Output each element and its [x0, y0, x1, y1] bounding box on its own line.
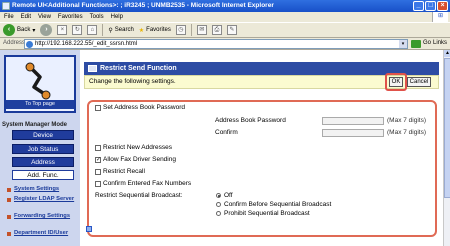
search-label: Search: [114, 27, 134, 33]
to-top-page-button[interactable]: To Top page: [6, 100, 74, 109]
job-status-button[interactable]: Job Status: [12, 144, 74, 154]
broadcast-prohibit-radio[interactable]: [216, 211, 221, 216]
forward-button[interactable]: ›: [40, 24, 53, 36]
address-bar: Address http://192.168.222.55/_edit_ssrs…: [0, 38, 450, 50]
menu-edit[interactable]: Edit: [21, 14, 31, 20]
window-controls: _ □ ×: [413, 1, 448, 11]
address-dropdown-icon[interactable]: ▾: [399, 40, 407, 48]
print-button[interactable]: ⎙: [211, 25, 222, 35]
close-button[interactable]: ×: [437, 1, 448, 11]
back-label: Back: [17, 27, 31, 33]
home-button[interactable]: ⌂: [87, 25, 98, 35]
broadcast-off-label: Off: [224, 192, 233, 199]
bullet-icon: [7, 198, 11, 202]
max-digits-hint: (Max 7 digits): [387, 117, 427, 124]
add-func-button[interactable]: Add. Func.: [12, 170, 74, 180]
restrict-new-addresses-checkbox[interactable]: [95, 145, 101, 151]
restrict-sequential-broadcast-label: Restrict Sequential Broadcast:: [95, 192, 183, 199]
bullet-icon: [7, 232, 11, 236]
go-arrow-icon[interactable]: [411, 40, 421, 48]
go-button[interactable]: Go: [423, 40, 431, 46]
stop-button[interactable]: ×: [57, 25, 68, 35]
ie-app-icon: [2, 2, 10, 10]
system-manager-mode-title: System Manager Mode: [2, 122, 68, 128]
broadcast-off-radio[interactable]: [216, 193, 221, 198]
broadcast-prohibit-label: Prohibit Sequential Broadcast: [224, 210, 310, 217]
back-arrow-icon: ‹: [3, 24, 15, 36]
sidebar: To Top page System Manager Mode Device J…: [0, 50, 80, 246]
restrict-recall-label: Restrict Recall: [103, 168, 145, 175]
address-button[interactable]: Address: [12, 157, 74, 167]
ok-button[interactable]: OK: [389, 77, 403, 87]
scroll-thumb[interactable]: [444, 58, 450, 198]
address-url: http://192.168.222.55/_edit_ssrsn.html: [35, 41, 138, 47]
windows-logo-icon: ⊞: [432, 12, 448, 22]
address-book-password-field[interactable]: [322, 117, 384, 125]
history-button[interactable]: ◷: [175, 25, 186, 35]
confirm-label: Confirm: [215, 129, 238, 136]
function-icon: [88, 65, 97, 72]
register-ldap-link[interactable]: Register LDAP Server: [5, 196, 75, 203]
set-address-book-password-checkbox[interactable]: [95, 105, 101, 111]
window-title-bar: Remote UI<Additional Functions>: ; iR324…: [0, 0, 450, 12]
department-id-link[interactable]: Department ID/User: [5, 230, 75, 237]
vertical-scrollbar[interactable]: ▲: [443, 50, 450, 246]
address-book-password-label: Address Book Password: [215, 117, 286, 124]
menu-favorites[interactable]: Favorites: [58, 14, 83, 20]
menu-tools[interactable]: Tools: [90, 14, 104, 20]
back-group[interactable]: ‹ Back ▾: [3, 24, 35, 36]
window-title: Remote UI<Additional Functions>: ; iR324…: [12, 2, 274, 9]
menu-help[interactable]: Help: [111, 14, 123, 20]
confirm-entered-fax-numbers-checkbox[interactable]: [95, 181, 101, 187]
toolbar-separator: [102, 24, 104, 36]
confirm-password-field[interactable]: [322, 129, 384, 137]
restrict-recall-checkbox[interactable]: [95, 169, 101, 175]
broadcast-confirm-radio[interactable]: [216, 202, 221, 207]
page-top-icon[interactable]: [86, 226, 92, 232]
back-dropdown-icon[interactable]: ▾: [32, 27, 35, 34]
mail-button[interactable]: ✉: [196, 25, 207, 35]
search-button[interactable]: ⚲ Search: [108, 27, 133, 34]
toolbar-separator-2: [190, 24, 192, 36]
confirm-entered-fax-numbers-label: Confirm Entered Fax Numbers: [103, 180, 192, 187]
allow-fax-driver-sending-label: Allow Fax Driver Sending: [103, 156, 176, 163]
restrict-new-addresses-label: Restrict New Addresses: [103, 144, 172, 151]
forwarding-settings-link[interactable]: Forwarding Settings: [5, 213, 75, 220]
instruction-text: Change the following settings.: [89, 78, 176, 85]
favorites-label: Favorites: [146, 27, 171, 33]
page-icon: [26, 41, 33, 48]
cancel-button[interactable]: Cancel: [407, 77, 431, 87]
scroll-up-icon[interactable]: ▲: [444, 50, 450, 57]
minimize-button[interactable]: _: [413, 1, 424, 11]
search-icon: ⚲: [108, 27, 113, 34]
address-input[interactable]: http://192.168.222.55/_edit_ssrsn.html ▾: [24, 39, 408, 49]
menu-view[interactable]: View: [38, 14, 51, 20]
links-button[interactable]: Links: [433, 40, 447, 46]
remote-ui-logo-icon: [25, 62, 51, 100]
device-button[interactable]: Device: [12, 130, 74, 140]
address-label: Address: [3, 40, 26, 46]
menu-file[interactable]: File: [4, 14, 14, 20]
star-icon: ★: [138, 27, 145, 34]
max-digits-hint-confirm: (Max 7 digits): [387, 129, 427, 136]
menu-bar: File Edit View Favorites Tools Help ⊞: [0, 12, 450, 22]
refresh-button[interactable]: ↻: [72, 25, 83, 35]
allow-fax-driver-sending-checkbox[interactable]: [95, 156, 101, 163]
edit-button[interactable]: ✎: [226, 25, 237, 35]
maximize-button[interactable]: □: [425, 1, 436, 11]
bullet-icon: [7, 215, 11, 219]
system-settings-link[interactable]: System Settings: [5, 186, 75, 193]
favorites-button[interactable]: ★ Favorites: [139, 27, 171, 34]
set-address-book-password-label: Set Address Book Password: [103, 104, 186, 111]
bullet-icon: [7, 188, 11, 192]
page-title: Restrict Send Function: [100, 65, 177, 72]
browser-toolbar: ‹ Back ▾ › × ↻ ⌂ ⚲ Search ★ Favorites ◷ …: [0, 22, 450, 38]
broadcast-confirm-label: Confirm Before Sequential Broadcast: [224, 201, 332, 208]
